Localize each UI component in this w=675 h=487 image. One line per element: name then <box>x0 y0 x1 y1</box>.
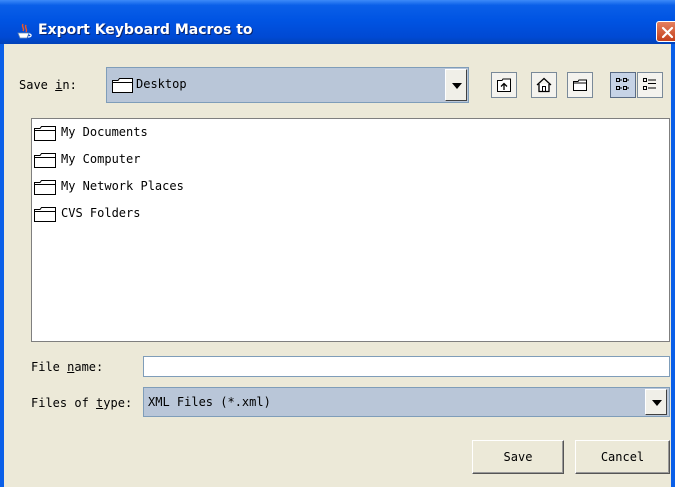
list-item-label: CVS Folders <box>61 206 141 220</box>
file-type-label: Files of type: <box>31 396 133 410</box>
save-in-label: Save in: <box>19 78 77 92</box>
file-type-combobox[interactable]: XML Files (*.xml) <box>143 387 670 417</box>
window-border-right <box>671 44 675 487</box>
list-item-label: My Computer <box>61 152 141 166</box>
cancel-button-label: Cancel <box>600 450 645 464</box>
home-button[interactable] <box>531 72 557 98</box>
list-item-label: My Documents <box>61 125 148 139</box>
folder-icon <box>34 207 56 222</box>
close-button[interactable] <box>656 21 675 42</box>
details-view-button[interactable] <box>637 72 663 98</box>
list-item[interactable]: My Network Places <box>34 176 234 198</box>
up-one-level-button[interactable] <box>491 72 517 98</box>
java-cup-icon <box>17 23 32 39</box>
folder-icon <box>34 126 56 141</box>
folder-icon <box>34 153 56 168</box>
new-folder-button[interactable] <box>567 72 593 98</box>
home-icon <box>536 77 552 93</box>
window-border-left <box>0 44 4 487</box>
cancel-button[interactable]: Cancel <box>575 440 670 474</box>
file-name-label: File name: <box>31 360 104 374</box>
save-in-dropdown-button[interactable] <box>445 69 467 101</box>
list-item[interactable]: CVS Folders <box>34 203 234 225</box>
save-in-combobox[interactable]: Desktop <box>106 67 469 103</box>
details-view-icon <box>643 78 656 90</box>
new-folder-icon <box>573 79 587 91</box>
list-item[interactable]: My Documents <box>34 122 234 144</box>
list-item[interactable]: My Computer <box>34 149 234 171</box>
list-view-icon <box>616 78 629 90</box>
save-button[interactable]: Save <box>472 440 564 474</box>
folder-icon <box>112 78 133 93</box>
up-folder-icon <box>497 78 511 92</box>
chevron-down-icon <box>652 400 662 406</box>
save-button-label: Save <box>503 450 533 464</box>
chevron-down-icon <box>452 83 462 89</box>
save-in-value: Desktop <box>136 77 187 91</box>
list-view-button[interactable] <box>610 72 636 98</box>
list-item-label: My Network Places <box>61 179 184 193</box>
file-list[interactable]: My Documents My Computer My Network Plac… <box>31 118 670 342</box>
close-icon <box>661 26 674 39</box>
file-type-dropdown-button[interactable] <box>645 389 667 415</box>
export-dialog: Export Keyboard Macros to Save in: Deskt… <box>0 0 675 487</box>
file-name-input[interactable] <box>143 356 670 377</box>
folder-icon <box>34 180 56 195</box>
window-title: Export Keyboard Macros to <box>38 22 253 38</box>
file-type-value: XML Files (*.xml) <box>148 395 271 409</box>
title-bar[interactable]: Export Keyboard Macros to <box>0 0 675 44</box>
